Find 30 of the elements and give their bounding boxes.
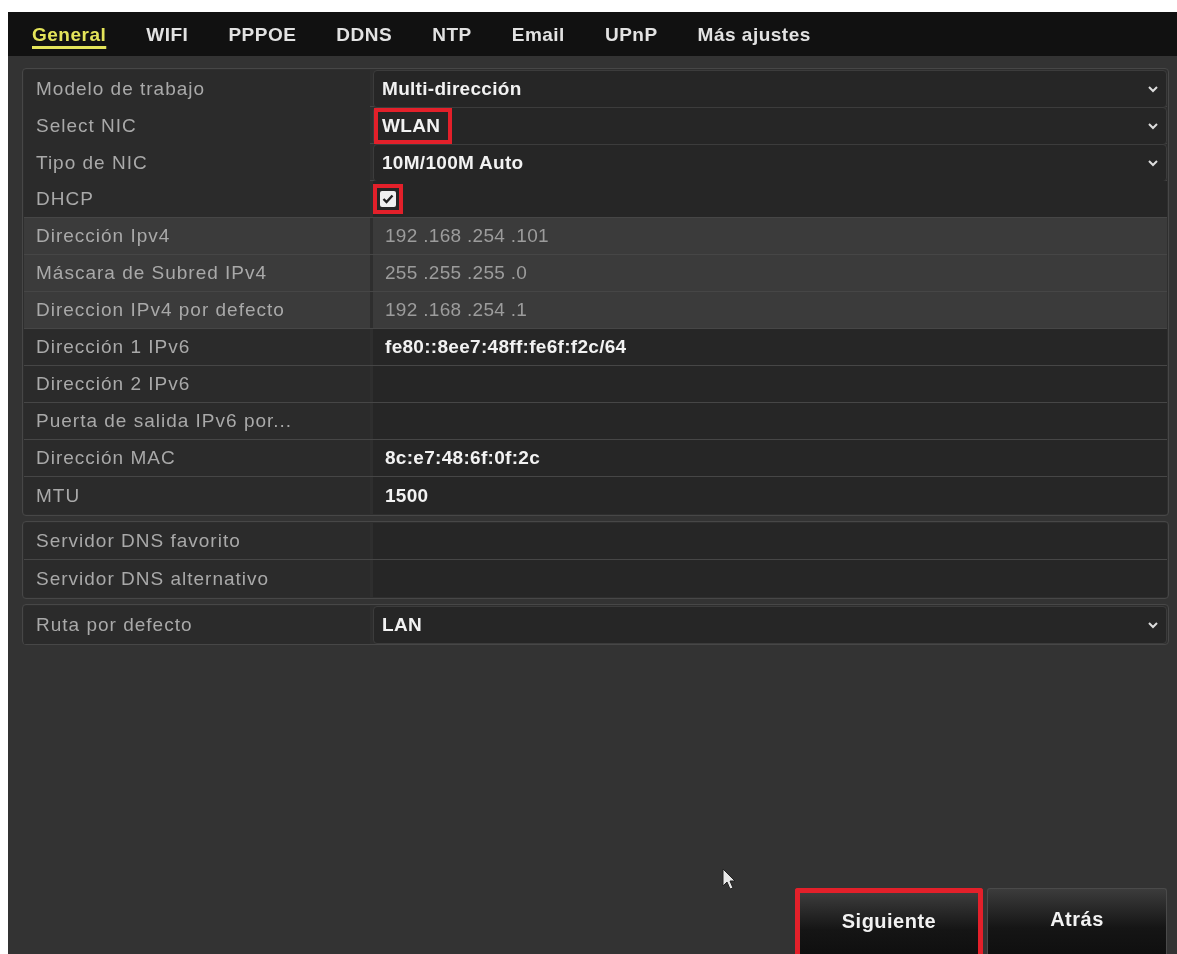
- field-label: Dirección Ipv4: [24, 218, 370, 254]
- chevron-down-icon: [1148, 85, 1158, 93]
- chevron-down-icon: [1148, 159, 1158, 167]
- dropdown[interactable]: LAN: [373, 606, 1167, 644]
- tab[interactable]: NTP: [412, 19, 492, 49]
- input-field[interactable]: [373, 403, 1167, 439]
- tab[interactable]: WIFI: [126, 19, 209, 49]
- dropdown[interactable]: Multi-dirección: [373, 70, 1167, 108]
- chevron-down-icon: [1148, 621, 1158, 629]
- chevron-down-icon: [1148, 122, 1158, 130]
- input-field[interactable]: [373, 560, 1167, 597]
- field-label: Direccion IPv4 por defecto: [24, 292, 370, 328]
- field-label: Máscara de Subred IPv4: [24, 255, 370, 291]
- tab[interactable]: General: [12, 19, 127, 49]
- input-field[interactable]: 1500: [373, 477, 1167, 514]
- mouse-pointer-icon: [722, 868, 738, 892]
- input-field[interactable]: 8c:e7:48:6f:0f:2c: [373, 440, 1167, 476]
- tab[interactable]: DDNS: [316, 19, 413, 49]
- tab[interactable]: Más ajustes: [677, 19, 831, 49]
- tab[interactable]: UPnP: [584, 19, 678, 49]
- tab[interactable]: Email: [491, 19, 585, 49]
- button[interactable]: Atrás: [987, 888, 1167, 954]
- input-field[interactable]: fe80::8ee7:48ff:fe6f:f2c/64: [373, 329, 1167, 365]
- input-field[interactable]: [373, 366, 1167, 402]
- input-field[interactable]: [373, 523, 1167, 559]
- checkbox[interactable]: [380, 191, 396, 207]
- button[interactable]: Siguiente: [795, 888, 983, 954]
- tab[interactable]: PPPOE: [208, 19, 317, 49]
- dropdown[interactable]: 10M/100M Auto: [373, 144, 1167, 182]
- dropdown[interactable]: WLAN: [373, 107, 1167, 145]
